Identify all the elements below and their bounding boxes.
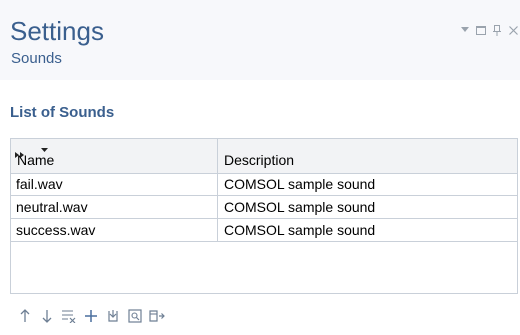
window-controls xyxy=(460,20,518,40)
cell-name: fail.wav xyxy=(11,173,218,195)
move-up-icon[interactable] xyxy=(14,306,36,326)
open-icon[interactable] xyxy=(146,306,168,326)
cell-description: COMSOL sample sound xyxy=(224,222,376,238)
table-row[interactable]: neutral.wav COMSOL sample sound xyxy=(11,196,517,219)
replace-icon[interactable] xyxy=(102,306,124,326)
maximize-icon[interactable] xyxy=(476,24,486,36)
page-subtitle: Sounds xyxy=(11,50,62,67)
dropdown-icon[interactable] xyxy=(460,24,470,36)
column-header-description-label: Description xyxy=(224,152,295,168)
pin-icon[interactable] xyxy=(492,24,502,36)
settings-header: Settings Sounds xyxy=(0,0,520,80)
cell-name: success.wav xyxy=(11,219,218,241)
column-header-name[interactable]: Name xyxy=(11,139,218,173)
cell-description: COMSOL sample sound xyxy=(224,199,376,215)
page-title: Settings xyxy=(10,16,104,46)
delete-icon[interactable] xyxy=(58,306,80,326)
sounds-table: Name Description fail.wav COMSOL sample … xyxy=(10,138,518,294)
table-toolbar xyxy=(14,306,168,326)
preview-icon[interactable] xyxy=(124,306,146,326)
table-row[interactable]: success.wav COMSOL sample sound xyxy=(11,219,517,242)
move-down-icon[interactable] xyxy=(36,306,58,326)
table-row[interactable]: fail.wav COMSOL sample sound xyxy=(11,173,517,196)
table-header: Name Description xyxy=(11,139,517,174)
column-header-description[interactable]: Description xyxy=(218,139,517,173)
column-header-name-label: Name xyxy=(17,152,55,168)
add-icon[interactable] xyxy=(80,306,102,326)
close-icon[interactable] xyxy=(508,24,518,36)
cell-description: COMSOL sample sound xyxy=(224,176,376,192)
section-title: List of Sounds xyxy=(10,104,115,121)
cell-name: neutral.wav xyxy=(11,196,218,218)
